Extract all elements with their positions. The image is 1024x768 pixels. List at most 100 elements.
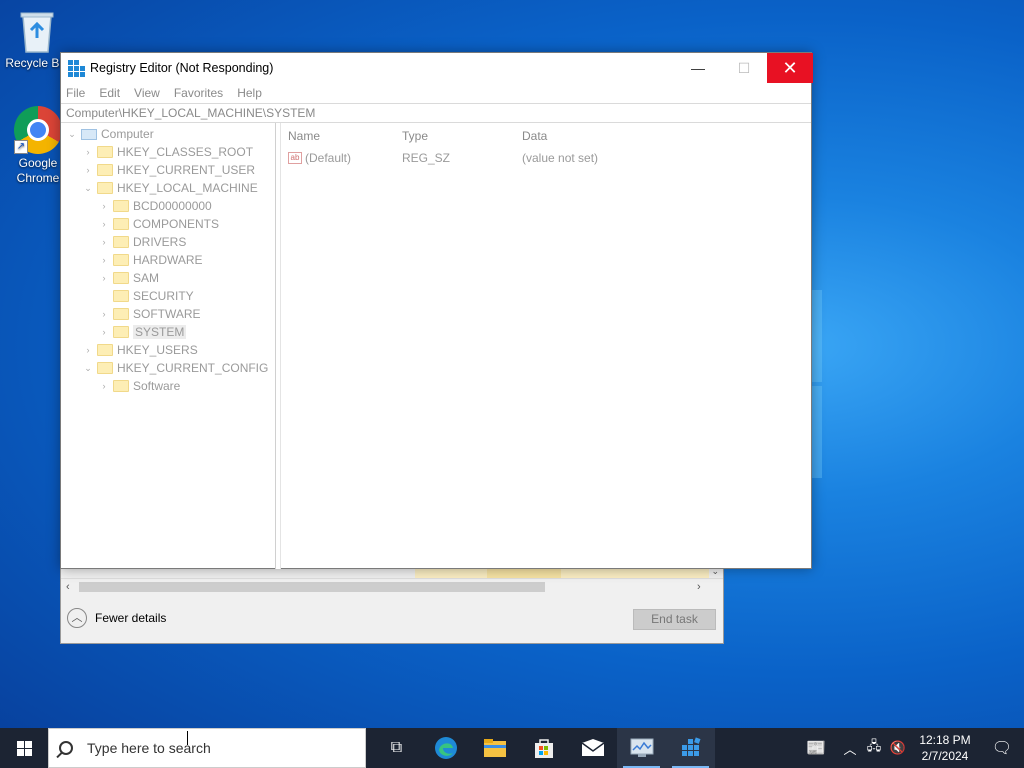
search-placeholder: Type here to search [87, 740, 211, 756]
edge-button[interactable] [421, 728, 470, 768]
regedit-button[interactable] [666, 728, 715, 768]
address-bar[interactable]: Computer\HKEY_LOCAL_MACHINE\SYSTEM [61, 103, 811, 123]
tree-item-system[interactable]: › SYSTEM [61, 323, 275, 341]
edge-icon [434, 737, 457, 759]
fewer-details-label: Fewer details [95, 611, 167, 625]
column-data[interactable]: Data [522, 129, 811, 143]
registry-tree[interactable]: ⌄ Computer › HKEY_CLASSES_ROOT › HKEY_CU… [61, 123, 276, 569]
clock-time: 12:18 PM [919, 733, 971, 747]
chevron-right-icon[interactable]: › [81, 165, 95, 175]
shortcut-arrow-icon: ↗ [14, 140, 28, 154]
chevron-up-icon: ︿ [67, 608, 87, 628]
column-name[interactable]: Name [282, 129, 402, 143]
file-explorer-icon [483, 739, 506, 757]
minimize-button[interactable]: — [675, 53, 721, 83]
folder-icon [113, 326, 129, 338]
windows-logo-icon [16, 740, 32, 756]
scroll-left-arrow-icon[interactable]: ‹ [66, 579, 70, 595]
tree-item-security[interactable]: SECURITY [61, 287, 275, 305]
chevron-right-icon[interactable]: › [97, 219, 111, 229]
tree-item-software[interactable]: › SOFTWARE [61, 305, 275, 323]
tree-item-hkey-users[interactable]: › HKEY_USERS [61, 341, 275, 359]
menu-edit[interactable]: Edit [99, 86, 120, 100]
tree-item-sam[interactable]: › SAM [61, 269, 275, 287]
chevron-right-icon[interactable]: › [81, 147, 95, 157]
recycle-bin-icon [17, 8, 57, 54]
news-widget-icon[interactable]: 📰 [794, 738, 838, 758]
value-data: (value not set) [522, 151, 599, 165]
task-manager-button[interactable] [617, 728, 666, 768]
mail-icon [581, 739, 604, 756]
computer-icon [81, 128, 97, 140]
tree-item-hkey-current-config[interactable]: ⌄ HKEY_CURRENT_CONFIG [61, 359, 275, 377]
chevron-right-icon[interactable]: › [97, 201, 111, 211]
folder-icon [113, 236, 129, 248]
chevron-right-icon[interactable]: › [97, 327, 111, 337]
folder-icon [113, 380, 129, 392]
clock[interactable]: 12:18 PM 2/7/2024 [910, 732, 980, 764]
file-explorer-button[interactable] [470, 728, 519, 768]
menu-file[interactable]: File [66, 86, 85, 100]
tree-item-hkey-local-machine[interactable]: ⌄ HKEY_LOCAL_MACHINE [61, 179, 275, 197]
wallpaper-light [812, 290, 822, 382]
regedit-icon [681, 737, 701, 756]
folder-icon [97, 344, 113, 356]
tree-item-config-software[interactable]: › Software [61, 377, 275, 395]
column-type[interactable]: Type [402, 129, 522, 143]
tree-item-hkey-classes-root[interactable]: › HKEY_CLASSES_ROOT [61, 143, 275, 161]
folder-icon [113, 272, 129, 284]
title-bar[interactable]: Registry Editor (Not Responding) — ☐ ✕ [61, 53, 813, 83]
folder-icon [97, 362, 113, 374]
values-list[interactable]: Name Type Data ab (Default) REG_SZ (valu… [282, 123, 811, 569]
horizontal-scrollbar[interactable]: ‹ › [61, 578, 723, 594]
menu-favorites[interactable]: Favorites [174, 86, 223, 100]
chevron-up-icon[interactable]: ︿ [838, 739, 862, 758]
task-view-button[interactable]: ⧉ [372, 728, 421, 768]
value-type: REG_SZ [402, 151, 451, 165]
taskbar-search-box[interactable]: Type here to search [48, 728, 366, 768]
pane-splitter[interactable] [276, 123, 281, 569]
chevron-right-icon[interactable]: › [97, 273, 111, 283]
menu-help[interactable]: Help [237, 86, 262, 100]
chevron-right-icon[interactable]: › [97, 255, 111, 265]
chevron-right-icon[interactable]: › [81, 345, 95, 355]
task-manager-icon [630, 738, 653, 757]
tree-item-hardware[interactable]: › HARDWARE [61, 251, 275, 269]
chevron-down-icon[interactable]: ⌄ [81, 183, 95, 194]
chevron-down-icon[interactable]: ⌄ [81, 363, 95, 374]
chevron-right-icon[interactable]: › [97, 309, 111, 319]
chevron-down-icon[interactable]: ⌄ [65, 129, 79, 140]
end-task-button[interactable]: End task [633, 609, 716, 630]
store-button[interactable] [519, 728, 568, 768]
scroll-right-arrow-icon[interactable]: › [697, 579, 701, 595]
start-button[interactable] [0, 728, 48, 768]
mail-button[interactable] [568, 728, 617, 768]
registry-editor-window[interactable]: Registry Editor (Not Responding) — ☐ ✕ F… [60, 52, 813, 569]
close-button[interactable]: ✕ [767, 53, 813, 83]
scrollbar-thumb[interactable] [79, 582, 545, 592]
maximize-button[interactable]: ☐ [721, 53, 767, 83]
text-cursor-icon [187, 731, 189, 745]
clock-date: 2/7/2024 [921, 749, 969, 763]
menu-view[interactable]: View [134, 86, 160, 100]
tree-item-computer[interactable]: ⌄ Computer [61, 125, 275, 143]
tree-item-bcd[interactable]: › BCD00000000 [61, 197, 275, 215]
tree-item-hkey-current-user[interactable]: › HKEY_CURRENT_USER [61, 161, 275, 179]
tree-item-components[interactable]: › COMPONENTS [61, 215, 275, 233]
notification-icon[interactable]: 🗨 [980, 738, 1024, 758]
chevron-right-icon[interactable]: › [97, 381, 111, 391]
task-manager-window: ⌄ ‹ › ︿ Fewer details End task [60, 560, 724, 644]
folder-icon [113, 308, 129, 320]
value-row[interactable]: ab (Default) REG_SZ (value not set) [282, 149, 811, 167]
tree-item-drivers[interactable]: › DRIVERS [61, 233, 275, 251]
task-view-icon: ⧉ [390, 739, 403, 756]
chevron-right-icon[interactable]: › [97, 237, 111, 247]
folder-icon [113, 200, 129, 212]
wallpaper-light [812, 386, 822, 478]
search-icon [59, 741, 73, 755]
volume-muted-icon[interactable]: 🔇 [886, 740, 910, 756]
fewer-details-button[interactable]: ︿ Fewer details [67, 608, 166, 628]
network-icon[interactable]: 🖧 [862, 737, 886, 759]
taskbar: Type here to search ⧉ 📰 ︿ 🖧 🔇 12:18 PM 2… [0, 728, 1024, 768]
folder-icon [97, 146, 113, 158]
